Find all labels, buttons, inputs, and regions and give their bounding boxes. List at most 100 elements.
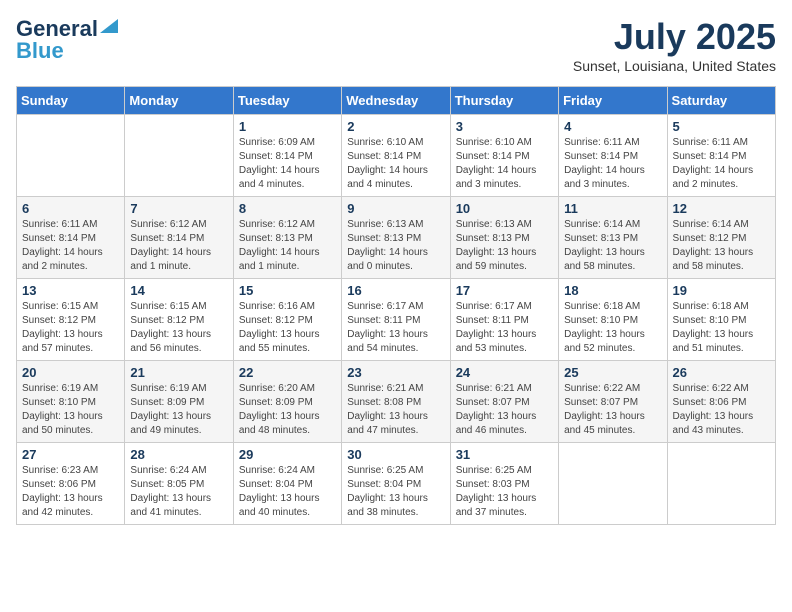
day-number: 28 [130,447,227,462]
day-number: 13 [22,283,119,298]
weekday-header: Tuesday [233,87,341,115]
day-info: Sunrise: 6:10 AM Sunset: 8:14 PM Dayligh… [347,136,444,192]
calendar-week-row: 20Sunrise: 6:19 AM Sunset: 8:10 PM Dayli… [17,361,776,443]
page-header: General Blue July 2025 Sunset, Louisiana… [16,16,776,74]
day-number: 19 [673,283,770,298]
day-number: 1 [239,119,336,134]
calendar-cell: 5 Sunrise: 6:11 AM Sunset: 8:14 PM Daylig… [667,115,775,197]
calendar-cell: 15Sunrise: 6:16 AM Sunset: 8:12 PM Dayli… [233,279,341,361]
calendar-cell: 6Sunrise: 6:11 AM Sunset: 8:14 PM Daylig… [17,197,125,279]
day-number: 21 [130,365,227,380]
day-number: 30 [347,447,444,462]
day-number: 17 [456,283,553,298]
calendar-cell: 7 Sunrise: 6:12 AM Sunset: 8:14 PM Daylig… [125,197,233,279]
calendar-cell: 31Sunrise: 6:25 AM Sunset: 8:03 PM Dayli… [450,443,558,525]
calendar-cell: 8 Sunrise: 6:12 AM Sunset: 8:13 PM Daylig… [233,197,341,279]
day-info: Sunrise: 6:14 AM Sunset: 8:12 PM Dayligh… [673,218,770,274]
calendar-cell [125,115,233,197]
calendar-cell: 30 Sunrise: 6:25 AM Sunset: 8:04 PM Dayli… [342,443,450,525]
calendar-cell [559,443,667,525]
calendar-cell: 9Sunrise: 6:13 AM Sunset: 8:13 PM Daylig… [342,197,450,279]
calendar-cell: 19 Sunrise: 6:18 AM Sunset: 8:10 PM Dayli… [667,279,775,361]
day-info: Sunrise: 6:18 AM Sunset: 8:10 PM Dayligh… [673,300,770,356]
day-info: Sunrise: 6:21 AM Sunset: 8:08 PM Dayligh… [347,382,444,438]
calendar-cell: 18 Sunrise: 6:18 AM Sunset: 8:10 PM Dayli… [559,279,667,361]
day-number: 2 [347,119,444,134]
day-number: 18 [564,283,661,298]
calendar-cell [17,115,125,197]
day-info: Sunrise: 6:20 AM Sunset: 8:09 PM Dayligh… [239,382,336,438]
day-number: 4 [564,119,661,134]
calendar-cell: 13 Sunrise: 6:15 AM Sunset: 8:12 PM Dayli… [17,279,125,361]
day-info: Sunrise: 6:24 AM Sunset: 8:05 PM Dayligh… [130,464,227,520]
day-info: Sunrise: 6:17 AM Sunset: 8:11 PM Dayligh… [347,300,444,356]
calendar-week-row: 27 Sunrise: 6:23 AM Sunset: 8:06 PM Dayli… [17,443,776,525]
calendar-header-row: SundayMondayTuesdayWednesdayThursdayFrid… [17,87,776,115]
day-info: Sunrise: 6:13 AM Sunset: 8:13 PM Dayligh… [347,218,444,274]
day-info: Sunrise: 6:13 AM Sunset: 8:13 PM Dayligh… [456,218,553,274]
day-info: Sunrise: 6:11 AM Sunset: 8:14 PM Dayligh… [673,136,770,192]
calendar-cell: 26 Sunrise: 6:22 AM Sunset: 8:06 PM Dayli… [667,361,775,443]
calendar-cell: 4 Sunrise: 6:11 AM Sunset: 8:14 PM Daylig… [559,115,667,197]
calendar-week-row: 13 Sunrise: 6:15 AM Sunset: 8:12 PM Dayli… [17,279,776,361]
calendar-cell: 2 Sunrise: 6:10 AM Sunset: 8:14 PM Daylig… [342,115,450,197]
calendar-cell: 22 Sunrise: 6:20 AM Sunset: 8:09 PM Dayli… [233,361,341,443]
day-number: 27 [22,447,119,462]
location: Sunset, Louisiana, United States [573,58,776,74]
calendar-cell: 25Sunrise: 6:22 AM Sunset: 8:07 PM Dayli… [559,361,667,443]
weekday-header: Saturday [667,87,775,115]
day-info: Sunrise: 6:18 AM Sunset: 8:10 PM Dayligh… [564,300,661,356]
calendar-cell: 24Sunrise: 6:21 AM Sunset: 8:07 PM Dayli… [450,361,558,443]
day-number: 14 [130,283,227,298]
title-block: July 2025 Sunset, Louisiana, United Stat… [573,16,776,74]
day-info: Sunrise: 6:25 AM Sunset: 8:03 PM Dayligh… [456,464,553,520]
day-number: 20 [22,365,119,380]
day-number: 11 [564,201,661,216]
logo: General Blue [16,16,118,64]
logo-icon [100,19,118,33]
calendar-cell: 20Sunrise: 6:19 AM Sunset: 8:10 PM Dayli… [17,361,125,443]
calendar-cell: 14 Sunrise: 6:15 AM Sunset: 8:12 PM Dayli… [125,279,233,361]
calendar: SundayMondayTuesdayWednesdayThursdayFrid… [16,86,776,525]
calendar-cell: 23 Sunrise: 6:21 AM Sunset: 8:08 PM Dayli… [342,361,450,443]
calendar-cell [667,443,775,525]
day-number: 7 [130,201,227,216]
day-number: 5 [673,119,770,134]
day-number: 8 [239,201,336,216]
calendar-cell: 3Sunrise: 6:10 AM Sunset: 8:14 PM Daylig… [450,115,558,197]
day-number: 26 [673,365,770,380]
day-info: Sunrise: 6:12 AM Sunset: 8:13 PM Dayligh… [239,218,336,274]
day-info: Sunrise: 6:21 AM Sunset: 8:07 PM Dayligh… [456,382,553,438]
weekday-header: Friday [559,87,667,115]
calendar-cell: 28 Sunrise: 6:24 AM Sunset: 8:05 PM Dayli… [125,443,233,525]
day-number: 12 [673,201,770,216]
day-number: 15 [239,283,336,298]
day-info: Sunrise: 6:25 AM Sunset: 8:04 PM Dayligh… [347,464,444,520]
day-info: Sunrise: 6:12 AM Sunset: 8:14 PM Dayligh… [130,218,227,274]
day-info: Sunrise: 6:14 AM Sunset: 8:13 PM Dayligh… [564,218,661,274]
calendar-cell: 11 Sunrise: 6:14 AM Sunset: 8:13 PM Dayli… [559,197,667,279]
day-info: Sunrise: 6:17 AM Sunset: 8:11 PM Dayligh… [456,300,553,356]
day-info: Sunrise: 6:11 AM Sunset: 8:14 PM Dayligh… [564,136,661,192]
day-info: Sunrise: 6:15 AM Sunset: 8:12 PM Dayligh… [22,300,119,356]
calendar-cell: 17 Sunrise: 6:17 AM Sunset: 8:11 PM Dayli… [450,279,558,361]
calendar-cell: 27 Sunrise: 6:23 AM Sunset: 8:06 PM Dayli… [17,443,125,525]
day-number: 16 [347,283,444,298]
calendar-week-row: 6Sunrise: 6:11 AM Sunset: 8:14 PM Daylig… [17,197,776,279]
day-info: Sunrise: 6:11 AM Sunset: 8:14 PM Dayligh… [22,218,119,274]
day-info: Sunrise: 6:24 AM Sunset: 8:04 PM Dayligh… [239,464,336,520]
calendar-cell: 21Sunrise: 6:19 AM Sunset: 8:09 PM Dayli… [125,361,233,443]
day-number: 10 [456,201,553,216]
weekday-header: Wednesday [342,87,450,115]
day-number: 23 [347,365,444,380]
day-info: Sunrise: 6:23 AM Sunset: 8:06 PM Dayligh… [22,464,119,520]
logo-blue: Blue [16,38,64,64]
day-info: Sunrise: 6:15 AM Sunset: 8:12 PM Dayligh… [130,300,227,356]
day-number: 22 [239,365,336,380]
calendar-cell: 12 Sunrise: 6:14 AM Sunset: 8:12 PM Dayli… [667,197,775,279]
day-info: Sunrise: 6:22 AM Sunset: 8:06 PM Dayligh… [673,382,770,438]
weekday-header: Sunday [17,87,125,115]
day-number: 25 [564,365,661,380]
day-number: 29 [239,447,336,462]
calendar-week-row: 1Sunrise: 6:09 AM Sunset: 8:14 PM Daylig… [17,115,776,197]
